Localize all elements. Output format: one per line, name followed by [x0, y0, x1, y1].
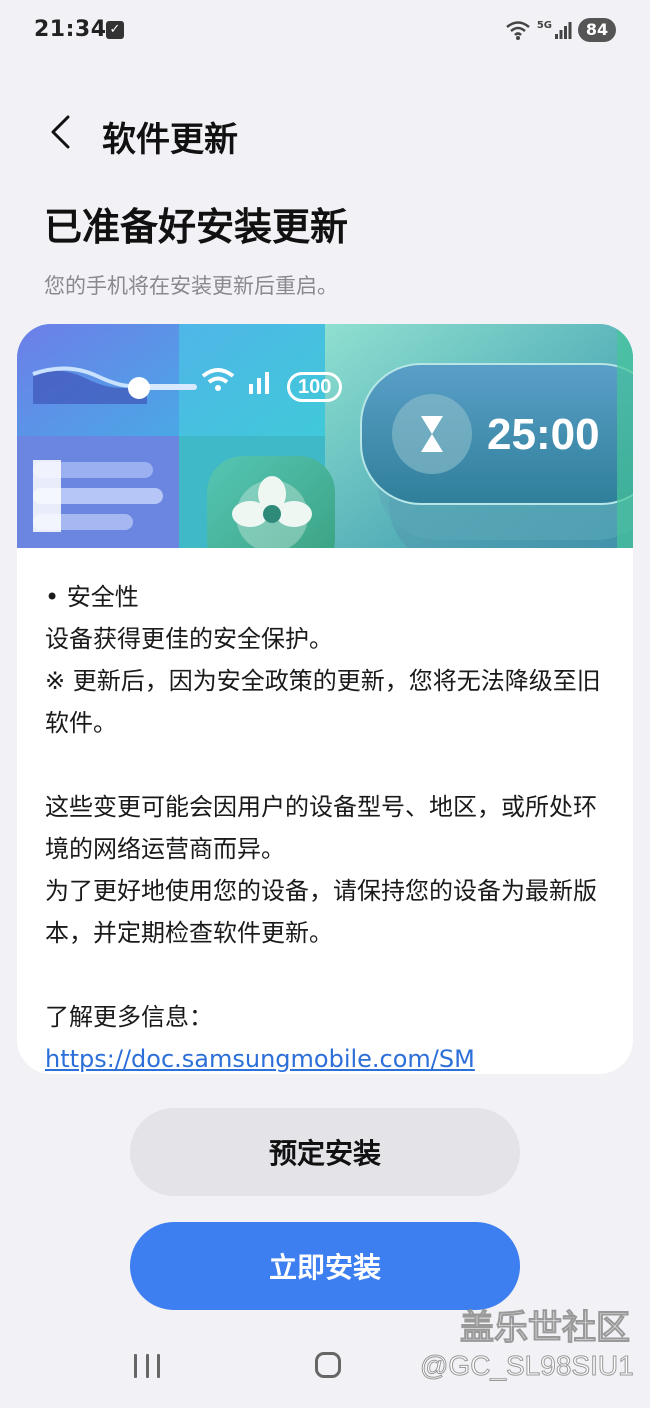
security-heading: • 安全性	[45, 583, 139, 611]
watermark-community: 盖乐世社区	[460, 1308, 631, 1349]
schedule-install-button[interactable]: 预定安装	[130, 1108, 520, 1196]
downgrade-warning: ※ 更新后，因为安全政策的更新，您将无法降级至旧软件。	[45, 667, 601, 737]
signal-icon	[555, 22, 572, 39]
battery-indicator: 84	[578, 18, 616, 42]
checkbox-icon: ✓	[106, 21, 124, 39]
battery-widget-badge: 100	[287, 372, 343, 402]
keep-updated-notice: 为了更好地使用您的设备，请保持您的设备为最新版本，并定期检查软件更新。	[45, 877, 597, 947]
update-banner-image: 100 25:00	[17, 324, 633, 548]
more-info-label: 了解更多信息：	[45, 1003, 213, 1031]
update-notes: • 安全性 设备获得更佳的安全保护。 ※ 更新后，因为安全政策的更新，您将无法降…	[45, 576, 615, 1074]
restart-notice: 您的手机将在安装更新后重启。	[44, 274, 338, 298]
update-details-card[interactable]: 100 25:00 • 安全性 设备获得更佳的安全保护。 ※ 更新后，因为安全政…	[17, 324, 633, 1074]
status-time: 21:34	[34, 17, 107, 42]
network-type-label: 5G	[536, 19, 552, 31]
back-button[interactable]	[38, 110, 82, 154]
install-now-button[interactable]: 立即安装	[130, 1222, 520, 1310]
security-description: 设备获得更佳的安全保护。	[45, 625, 333, 653]
home-button[interactable]	[315, 1352, 341, 1378]
status-indicators: 5G 84	[505, 17, 616, 43]
update-ready-title: 已准备好安装更新	[44, 205, 349, 249]
recent-apps-button[interactable]	[134, 1354, 160, 1378]
chevron-left-icon	[51, 115, 70, 149]
status-bar: 21:34 ✓ 5G 84	[0, 0, 650, 60]
variation-notice: 这些变更可能会因用户的设备型号、地区，或所处环境的网络运营商而异。	[45, 793, 597, 863]
timer-widget-text: 25:00	[487, 410, 600, 459]
wifi-icon	[506, 21, 530, 40]
watermark-user: @GC_SL98SIU1	[420, 1350, 635, 1382]
page-title: 软件更新	[102, 120, 238, 160]
more-info-link[interactable]: https://doc.samsungmobile.com/SM	[45, 1045, 475, 1073]
